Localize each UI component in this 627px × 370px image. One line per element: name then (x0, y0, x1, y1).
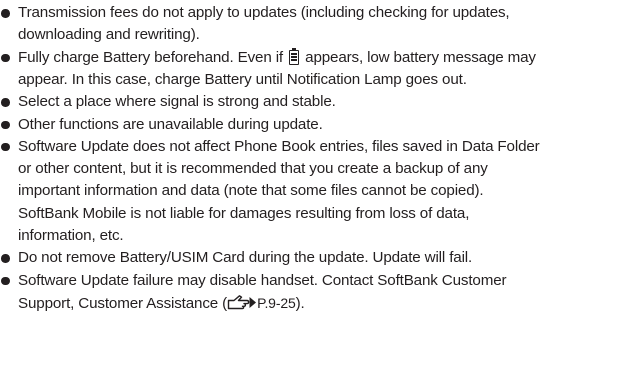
list-item-line: downloading and rewriting). (18, 26, 200, 44)
list-item-line: Transmission fees do not apply to update… (18, 4, 510, 21)
bullet-icon (1, 254, 10, 263)
list-item-line: important information and data (note tha… (18, 182, 484, 200)
bullet-icon (1, 98, 10, 107)
page-reference[interactable]: P.9-25 (257, 295, 296, 311)
list-item-line: information, etc. (18, 226, 124, 244)
list-item-line: Do not remove Battery/USIM Card during t… (18, 249, 473, 267)
list-item-text: ). (295, 294, 305, 312)
page-reference-icon (227, 294, 257, 310)
list-item-text: Fully charge Battery beforehand. Even if (18, 48, 288, 66)
list-item-line: Select a place where signal is strong an… (18, 93, 336, 111)
list-item-line: or other content, but it is recommended … (18, 160, 488, 178)
list-item-text: appears, low battery message may (301, 48, 536, 66)
list-item-line: SoftBank Mobile is not liable for damage… (18, 204, 470, 222)
list-item-line: Other functions are unavailable during u… (18, 115, 323, 133)
bullet-icon (1, 142, 10, 152)
list-item-line: appear. In this case, charge Battery unt… (18, 70, 467, 88)
bullet-icon (1, 276, 10, 286)
bullet-icon (1, 9, 10, 18)
list-item-line: Software Update does not affect Phone Bo… (18, 137, 540, 155)
list-item-text: Support, Customer Assistance ( (18, 294, 228, 312)
battery-icon (288, 47, 300, 65)
bullet-icon (1, 120, 10, 129)
list-item-line: Software Update failure may disable hand… (18, 271, 507, 289)
bullet-icon (1, 53, 10, 63)
